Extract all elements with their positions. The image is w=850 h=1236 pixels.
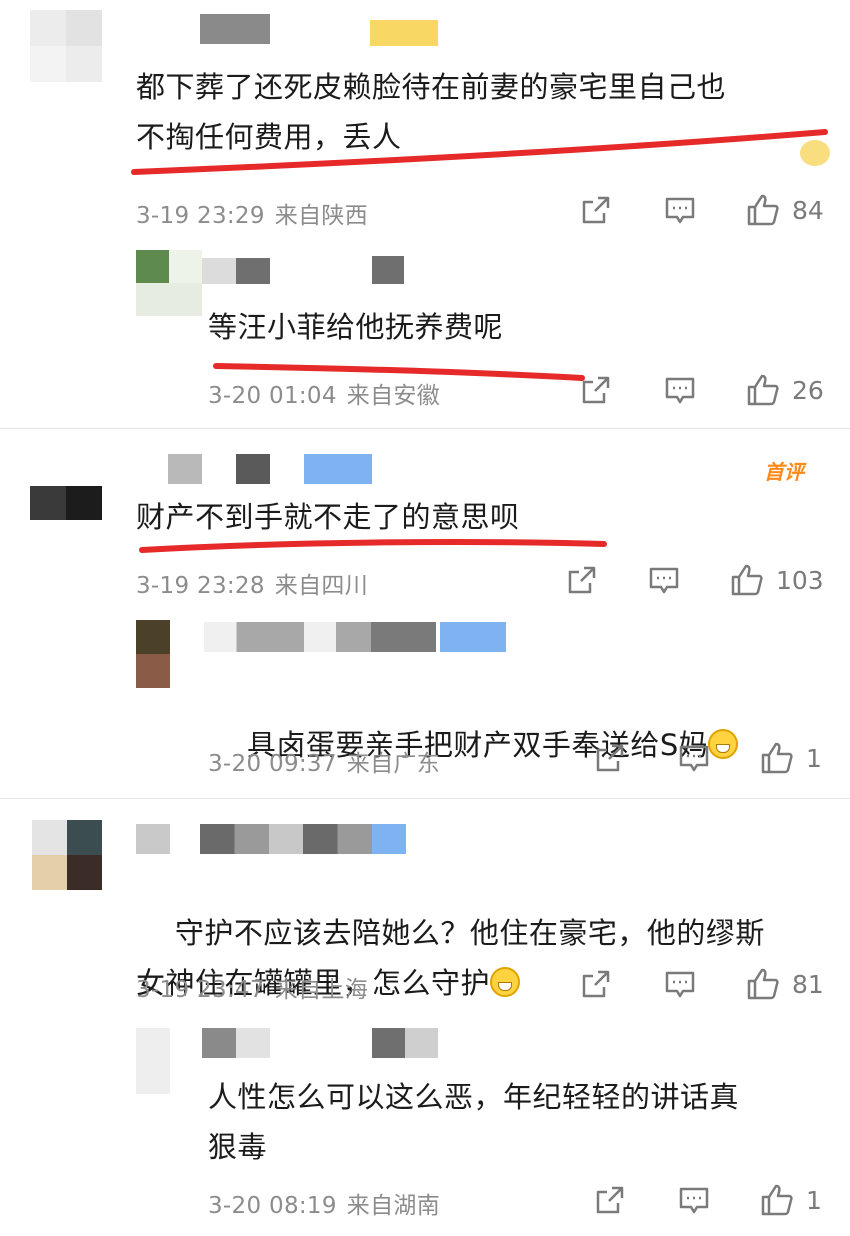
like-button[interactable]: 84 xyxy=(746,193,824,227)
reply-meta: 3-20 09:37 来自广东 xyxy=(208,744,450,778)
comment-item: 都下葬了还死皮赖脸待在前妻的豪宅里自己也 不掏任何费用，丢人 3-19 23:2… xyxy=(0,0,850,430)
share-icon xyxy=(596,1186,624,1214)
reply-badge xyxy=(372,256,404,284)
reply-text: 等汪小菲给他抚养费呢 xyxy=(208,310,504,344)
share-icon xyxy=(582,376,610,404)
grin-emoji-icon xyxy=(490,967,521,997)
location: 来自四川 xyxy=(274,573,368,599)
avatar[interactable] xyxy=(30,10,102,82)
reply-avatar[interactable] xyxy=(136,1028,170,1094)
location: 来自安徽 xyxy=(346,383,440,409)
reply-badge xyxy=(372,1028,438,1058)
thumbs-up-icon xyxy=(761,742,793,774)
share-button[interactable] xyxy=(580,194,612,226)
username[interactable] xyxy=(200,14,270,44)
corner-emoji xyxy=(800,140,830,166)
like-count: 84 xyxy=(792,195,824,225)
reply-username[interactable] xyxy=(204,622,436,652)
timestamp: 3-19 23:28 xyxy=(136,573,265,599)
username-part xyxy=(236,454,270,484)
reply-button[interactable] xyxy=(664,196,696,226)
timestamp: 3-20 09:37 xyxy=(208,751,337,777)
share-icon xyxy=(582,196,610,224)
reply-button[interactable] xyxy=(648,566,680,596)
timestamp: 3-19 23:47 xyxy=(136,977,265,1003)
vip-badge xyxy=(440,622,506,652)
thumbs-up-icon xyxy=(747,968,779,1000)
reply-username[interactable] xyxy=(202,258,270,284)
comment-icon xyxy=(649,567,679,594)
location: 来自湖南 xyxy=(346,1193,440,1219)
avatar[interactable] xyxy=(30,486,102,520)
like-button[interactable]: 103 xyxy=(730,563,824,597)
share-button[interactable] xyxy=(566,564,598,596)
share-icon xyxy=(568,566,596,594)
comment-icon xyxy=(679,745,709,772)
thumbs-up-icon xyxy=(761,1184,793,1216)
share-icon xyxy=(596,744,624,772)
share-button[interactable] xyxy=(594,742,626,774)
like-count: 1 xyxy=(806,1185,822,1215)
like-count: 26 xyxy=(792,375,824,405)
share-icon xyxy=(582,970,610,998)
reply-button[interactable] xyxy=(678,744,710,774)
username[interactable] xyxy=(168,454,202,484)
grin-emoji-icon xyxy=(708,729,739,759)
timestamp: 3-20 08:19 xyxy=(208,1193,337,1219)
like-count: 81 xyxy=(792,969,824,999)
share-button[interactable] xyxy=(580,374,612,406)
reply-button[interactable] xyxy=(664,376,696,406)
reply-meta: 3-20 08:19 来自湖南 xyxy=(208,1186,450,1220)
divider xyxy=(0,798,850,799)
comment-icon xyxy=(665,971,695,998)
avatar[interactable] xyxy=(32,820,102,890)
reply-avatar[interactable] xyxy=(136,250,202,316)
reply-button[interactable] xyxy=(664,970,696,1000)
location: 来自上海 xyxy=(274,977,368,1003)
red-underline xyxy=(139,539,607,553)
reply-meta: 3-20 01:04 来自安徽 xyxy=(208,376,450,410)
comment-icon xyxy=(679,1187,709,1214)
red-underline xyxy=(131,129,828,175)
vip-badge xyxy=(372,824,406,854)
like-button[interactable]: 26 xyxy=(746,373,824,407)
reply-username[interactable] xyxy=(202,1028,270,1058)
comment-item: 守护不应该去陪她么？他住在豪宅，他的缪斯 女神住在罐罐里，怎么守护 3-19 2… xyxy=(0,800,850,1236)
timestamp: 3-19 23:29 xyxy=(136,203,265,229)
thumbs-up-icon xyxy=(747,374,779,406)
vip-badge xyxy=(304,454,372,484)
like-button[interactable]: 1 xyxy=(760,741,822,775)
thumbs-up-icon xyxy=(731,564,763,596)
comment-meta: 3-19 23:47 来自上海 xyxy=(136,970,378,1004)
like-count: 103 xyxy=(776,565,824,595)
share-button[interactable] xyxy=(580,968,612,1000)
username[interactable] xyxy=(136,824,170,854)
like-button[interactable]: 1 xyxy=(760,1183,822,1217)
first-comment-badge: 首评 xyxy=(764,460,804,484)
like-count: 1 xyxy=(806,743,822,773)
divider xyxy=(0,428,850,429)
timestamp: 3-20 01:04 xyxy=(208,383,337,409)
location: 来自广东 xyxy=(346,751,440,777)
username-part xyxy=(200,824,372,854)
thumbs-up-icon xyxy=(747,194,779,226)
vip-badge xyxy=(370,20,438,46)
reply-button[interactable] xyxy=(678,1186,710,1216)
location: 来自陕西 xyxy=(274,203,368,229)
reply-text: 人性怎么可以这么恶，年纪轻轻的讲话真 狠毒 xyxy=(208,1080,740,1164)
like-button[interactable]: 81 xyxy=(746,967,824,1001)
comment-icon xyxy=(665,377,695,404)
comment-meta: 3-19 23:28 来自四川 xyxy=(136,566,378,600)
comment-meta: 3-19 23:29 来自陕西 xyxy=(136,196,378,230)
share-button[interactable] xyxy=(594,1184,626,1216)
reply-avatar[interactable] xyxy=(136,620,170,688)
comment-icon xyxy=(665,197,695,224)
comment-item: 首评 财产不到手就不走了的意思呗 3-19 23:28 来自四川 103 具卤蛋要… xyxy=(0,430,850,800)
